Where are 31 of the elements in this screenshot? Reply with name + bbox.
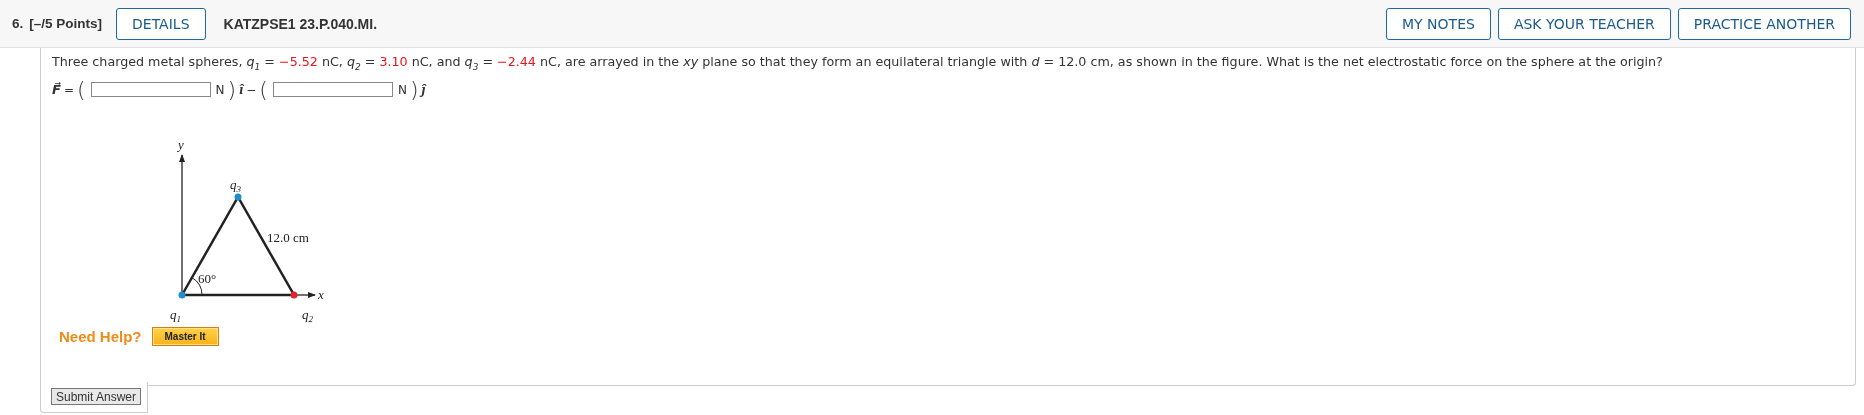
charge-label: q$_{1}$	[170, 306, 181, 324]
unit-vector: î	[239, 81, 244, 99]
submit-button[interactable]: Submit Answer	[51, 388, 142, 405]
parenthesis: )	[227, 79, 237, 100]
answer-field[interactable]	[90, 82, 211, 98]
unit-label: N	[397, 82, 407, 97]
parenthesis: (	[259, 79, 268, 100]
charge-label: q$_{2}$	[302, 306, 313, 324]
question-number: 6.	[12, 16, 24, 31]
details-button[interactable]: DETAILS	[116, 7, 206, 40]
master-it-button[interactable]: Master It	[151, 326, 219, 346]
operator: −	[246, 82, 257, 97]
side-label: 12.0 cm	[267, 229, 309, 245]
answer-field[interactable]	[272, 82, 393, 98]
header-button[interactable]: PRACTICE ANOTHER	[1677, 7, 1851, 40]
parenthesis: )	[409, 79, 419, 100]
axis-label: y	[178, 136, 184, 152]
header-button[interactable]: ASK YOUR TEACHER	[1497, 7, 1671, 40]
unit-label: N	[215, 82, 225, 97]
operator: =	[63, 82, 74, 97]
question-text: Three charged metal spheres, q$_{1}$ = −5.52 nC, q$_{2}$ = 3.10 nC, and q$_{3}$ = −2.44 nC, are arrayed in the xy plane so that they form an equilateral triangle with d = 12.0 cm, as shown in the figure. What is the net electrostatic force on the sphere at the origin?	[52, 54, 1664, 74]
points-label: [–/5 Points]	[29, 16, 103, 31]
need-help-label: Need Help?	[59, 327, 142, 345]
angle-label: 60°	[198, 270, 217, 286]
header-button[interactable]: MY NOTES	[1386, 7, 1491, 40]
charge-label: q$_{3}$	[230, 176, 241, 194]
question-code: KATZPSE1 23.P.040.MI.	[223, 15, 378, 32]
parenthesis: (	[76, 79, 86, 100]
unit-vector: ĵ	[421, 81, 426, 98]
force-symbol: F⃗	[52, 82, 61, 98]
axis-label: x	[318, 286, 324, 302]
